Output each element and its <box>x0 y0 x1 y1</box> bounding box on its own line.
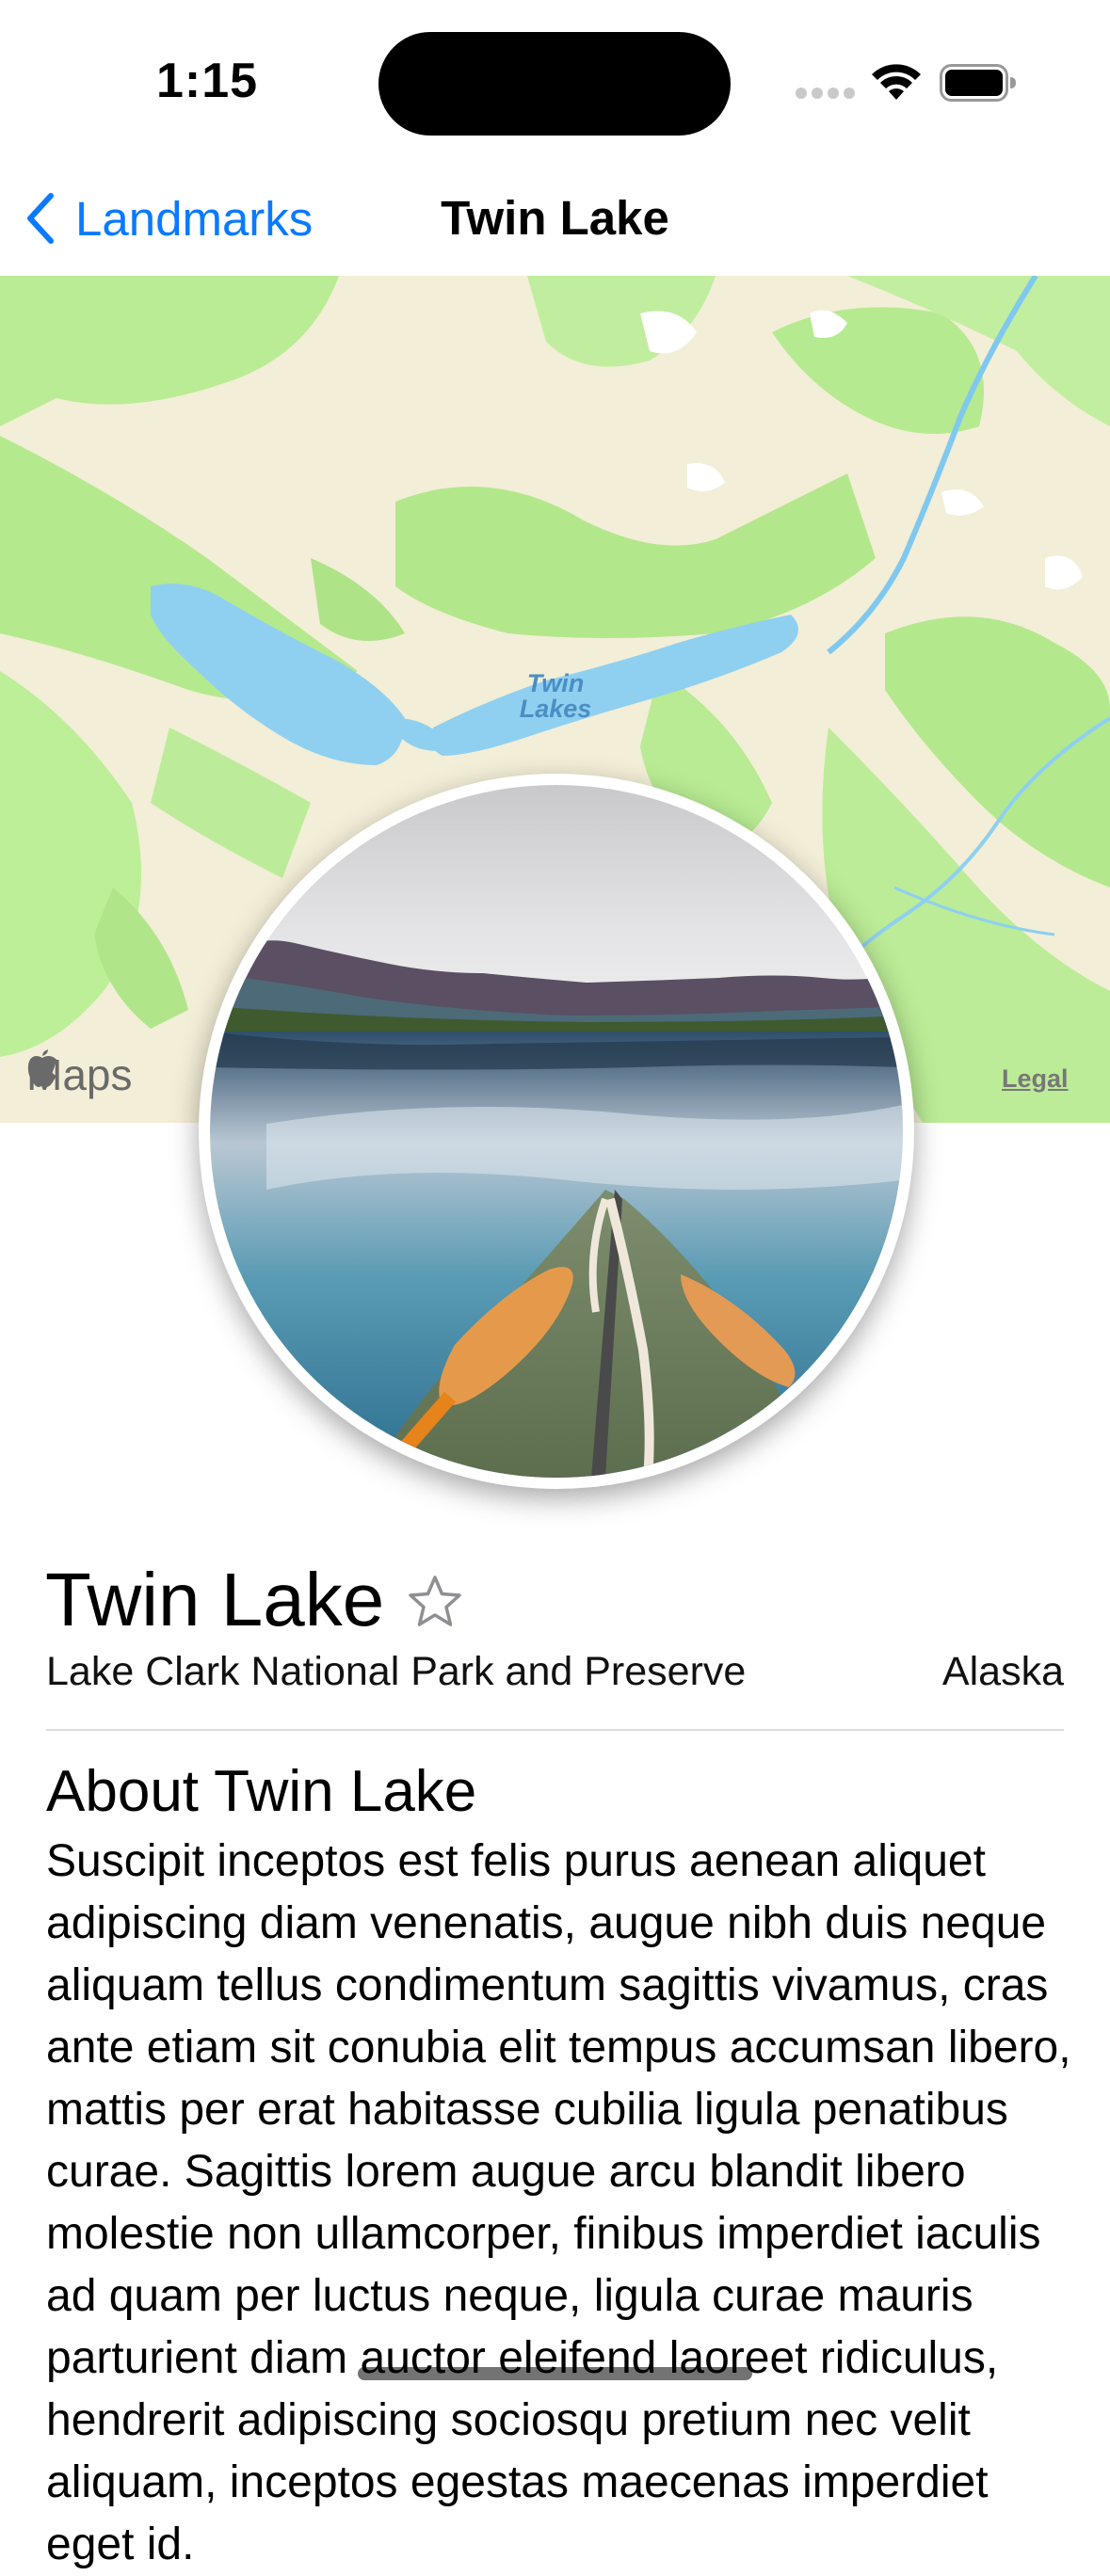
star-outline-icon[interactable] <box>407 1574 463 1630</box>
map-lake-label-line1: Twin <box>526 669 585 697</box>
landmark-description: Suscipit inceptos est felis purus aenean… <box>46 1836 1071 2569</box>
map-lake-label: Twin Lakes <box>508 671 603 722</box>
status-bar: 1:15 <box>0 0 1110 165</box>
battery-icon <box>940 64 1016 102</box>
landmark-photo-frame <box>199 774 914 1489</box>
divider <box>46 1729 1064 1731</box>
dynamic-island <box>378 32 731 136</box>
legal-link[interactable]: Legal <box>1002 1064 1069 1094</box>
signal-icon <box>796 88 855 101</box>
status-time: 1:15 <box>156 54 259 108</box>
maps-attribution: Maps <box>26 1049 132 1100</box>
state-name: Alaska <box>941 1649 1064 1694</box>
map-lake-label-line2: Lakes <box>519 695 592 723</box>
about-heading: About Twin Lake <box>46 1759 477 1824</box>
landmark-name: Twin Lake <box>45 1558 385 1641</box>
navigation-bar: Landmarks Twin Lake <box>0 165 1110 276</box>
nav-title: Twin Lake <box>441 191 669 245</box>
wifi-icon <box>872 64 921 100</box>
landmark-photo <box>210 785 903 1478</box>
park-name: Lake Clark National Park and Preserve <box>46 1649 747 1694</box>
home-indicator[interactable] <box>358 2367 752 2380</box>
apple-logo-icon <box>27 1049 57 1087</box>
